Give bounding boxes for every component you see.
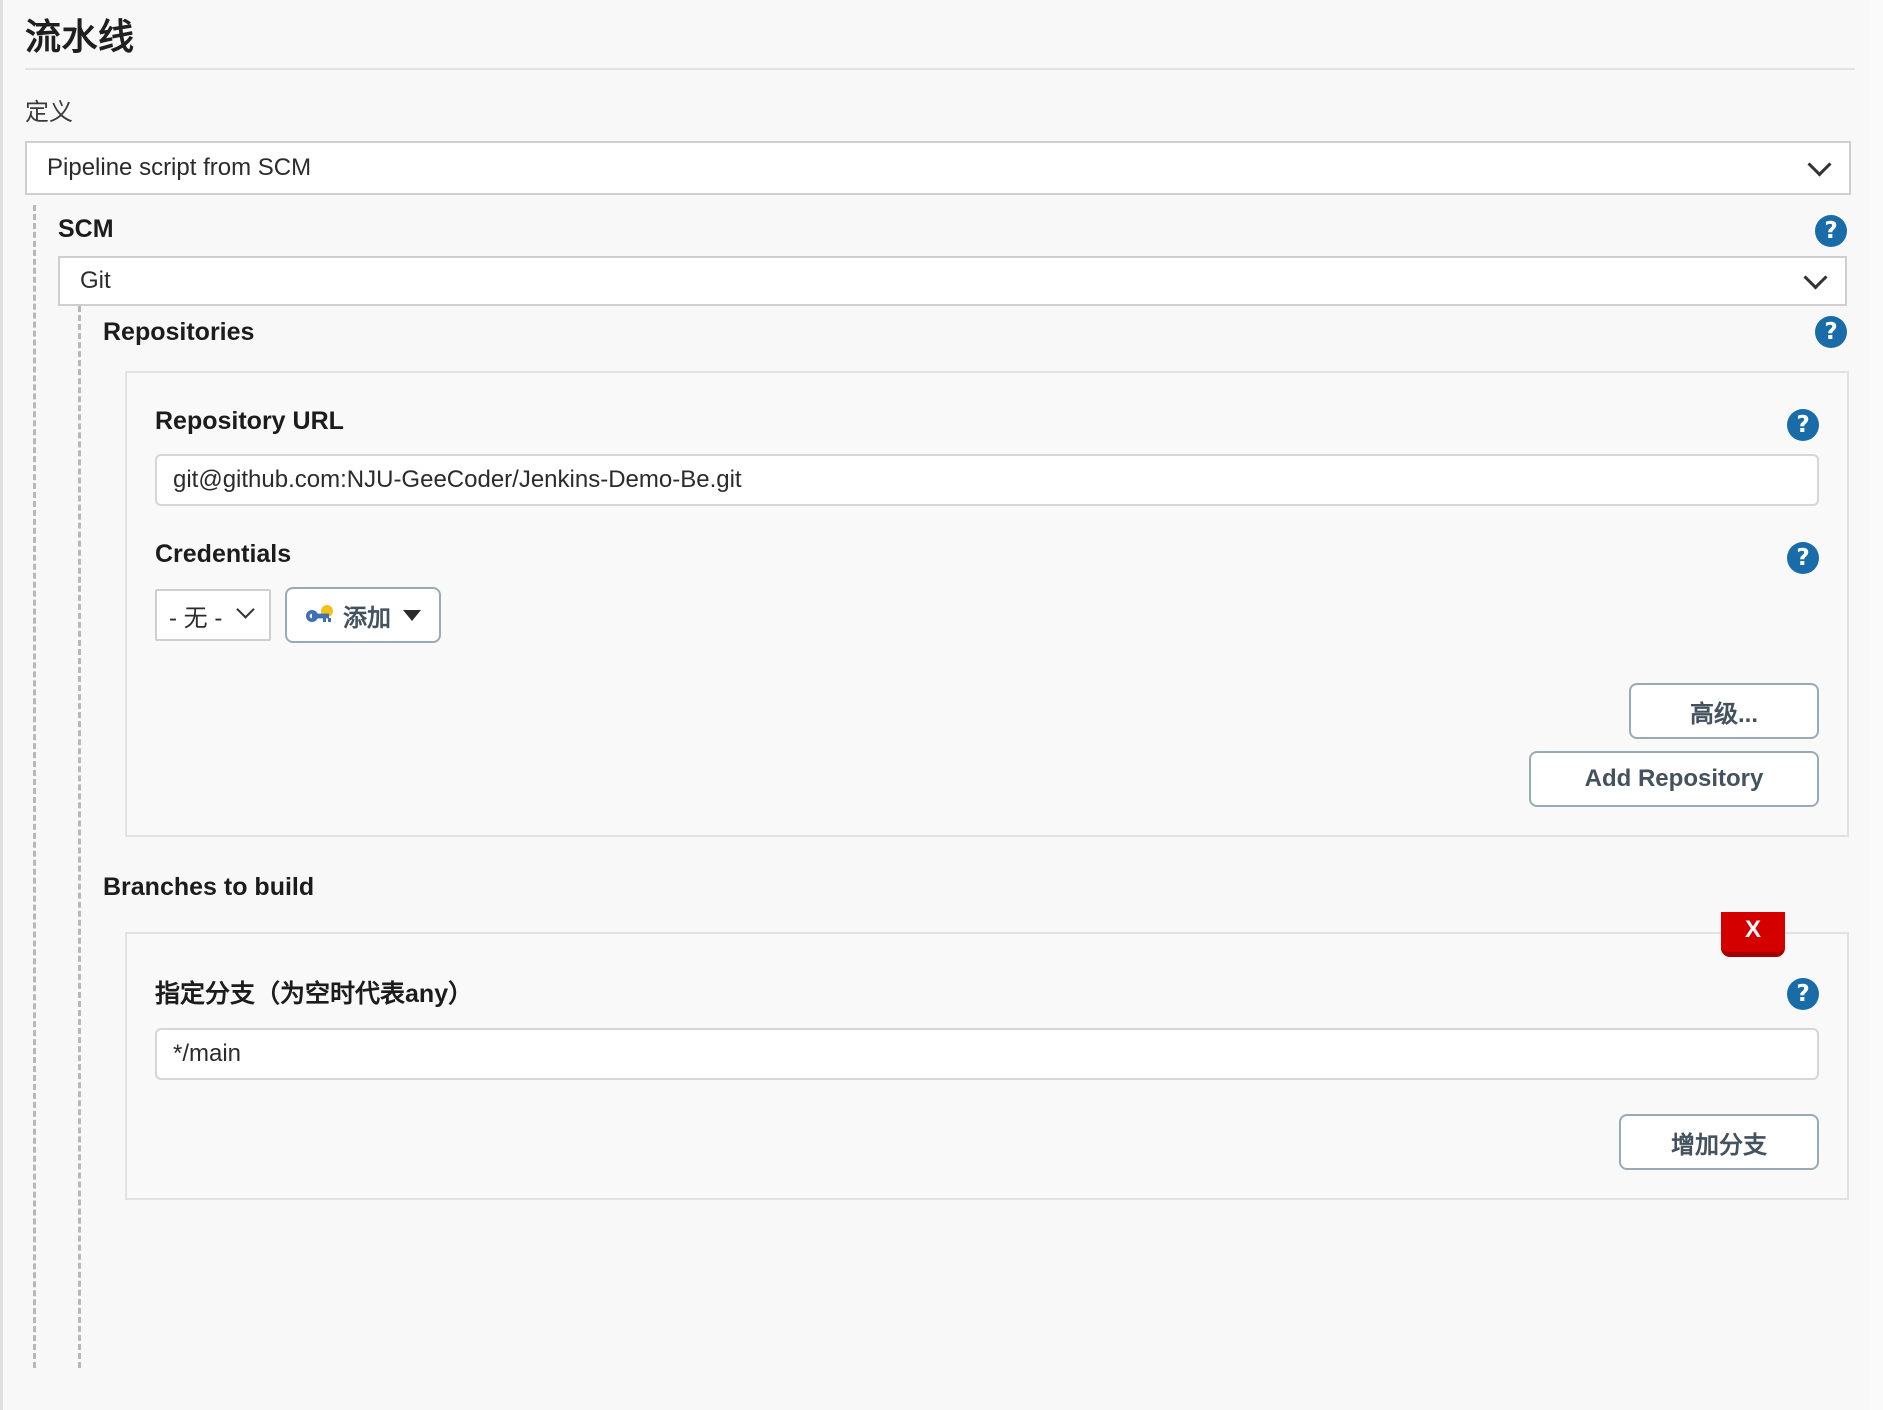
scm-section: SCM ? Git Repositories ? Repository URL … <box>33 205 1869 1368</box>
definition-select[interactable]: Pipeline script from SCM <box>25 141 1851 195</box>
help-icon-repositories[interactable]: ? <box>1815 316 1847 348</box>
add-credentials-button-label: 添加 <box>343 604 391 632</box>
credentials-label: Credentials <box>155 540 292 568</box>
branches-panel: X 指定分支（为空时代表any） ? 增加分支 <box>125 912 1849 1200</box>
branch-specifier-input[interactable] <box>155 1028 1819 1080</box>
pipeline-config-page: 流水线 定义 Pipeline script from SCM SCM ? Gi… <box>0 0 1883 1410</box>
help-icon-branch-specifier[interactable]: ? <box>1787 978 1819 1010</box>
repositories-section: Repositories ? Repository URL ? Credenti… <box>78 306 1869 1368</box>
add-repository-button[interactable]: Add Repository <box>1529 751 1819 807</box>
repositories-panel: Repository URL ? Credentials ? - 无 - <box>125 371 1849 837</box>
scm-label-row: SCM ? <box>58 205 1869 256</box>
branch-specifier-label: 指定分支（为空时代表any） <box>155 974 1819 1010</box>
branch-specifier-label-suffix: ） <box>448 980 474 1008</box>
branch-specifier-row: 指定分支（为空时代表any） ? <box>155 974 1819 1080</box>
credentials-row: Credentials ? - 无 - 添加 <box>155 540 1819 643</box>
definition-label: 定义 <box>25 99 73 126</box>
chevron-down-icon <box>1807 269 1827 289</box>
chevron-down-icon <box>239 603 259 623</box>
branch-specifier-label-bold: any <box>405 980 449 1008</box>
credentials-select[interactable]: - 无 - <box>155 589 271 641</box>
help-icon-credentials[interactable]: ? <box>1787 542 1819 574</box>
scm-label: SCM <box>58 215 114 243</box>
scm-select-value: Git <box>80 267 111 294</box>
advanced-button[interactable]: 高级... <box>1629 683 1819 739</box>
repository-actions: 高级... Add Repository <box>155 683 1819 807</box>
add-branch-button[interactable]: 增加分支 <box>1619 1114 1819 1170</box>
page-title: 流水线 <box>25 16 135 57</box>
repository-url-row: Repository URL ? <box>155 407 1819 506</box>
help-icon-repository-url[interactable]: ? <box>1787 409 1819 441</box>
credentials-select-value: - 无 - <box>169 604 223 632</box>
branch-actions: 增加分支 <box>155 1114 1819 1170</box>
repositories-label-row: Repositories ? <box>103 308 1869 359</box>
branches-label-row: Branches to build <box>103 863 1869 914</box>
scm-select[interactable]: Git <box>58 256 1847 306</box>
help-icon-scm[interactable]: ? <box>1815 215 1847 247</box>
definition-select-value: Pipeline script from SCM <box>47 154 312 181</box>
repository-url-input[interactable] <box>155 454 1819 506</box>
caret-down-icon <box>403 609 421 621</box>
branches-label: Branches to build <box>103 873 315 901</box>
credentials-controls: - 无 - 添加 <box>155 587 1819 643</box>
key-icon <box>305 604 335 626</box>
delete-branch-button[interactable]: X <box>1721 912 1785 957</box>
repositories-label: Repositories <box>103 318 255 346</box>
chevron-down-icon <box>1811 156 1831 176</box>
repository-url-label: Repository URL <box>155 407 344 435</box>
add-credentials-button[interactable]: 添加 <box>285 587 441 643</box>
branch-specifier-label-prefix: 指定分支（为空时代表 <box>155 980 406 1008</box>
